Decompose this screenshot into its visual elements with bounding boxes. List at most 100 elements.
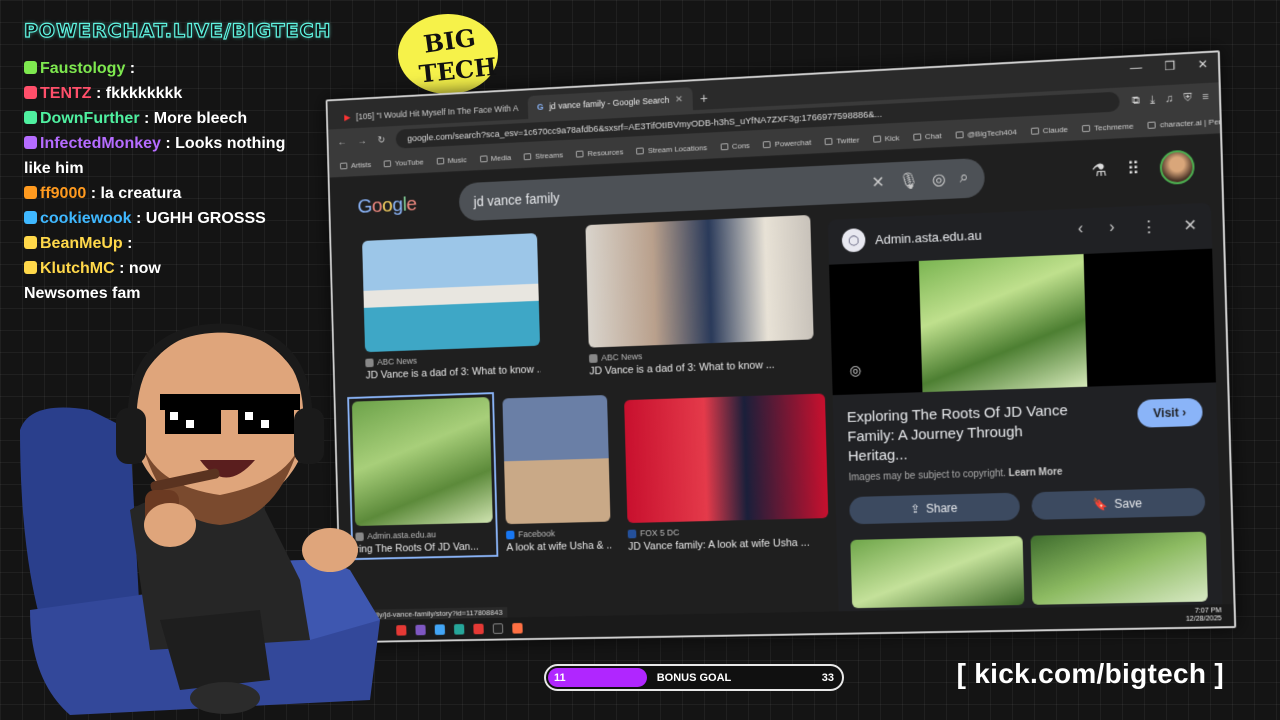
account-avatar[interactable] [1159, 149, 1195, 186]
more-icon[interactable]: ⋮ [1141, 217, 1158, 238]
preview-image[interactable]: ◎ [829, 248, 1216, 396]
next-icon[interactable]: › [1109, 219, 1115, 239]
bookmark-item[interactable]: Artists [339, 160, 371, 170]
x-icon[interactable] [492, 622, 504, 634]
learn-more-link[interactable]: Learn More [1009, 467, 1063, 479]
bookmark-item[interactable]: @BigTech404 [955, 128, 1017, 140]
menu-icon[interactable]: ≡ [1202, 90, 1209, 103]
bookmark-item[interactable]: Techmeme [1081, 121, 1134, 134]
bookmark-label: YouTube [394, 157, 424, 168]
mic-icon[interactable]: 🎙 [898, 171, 918, 192]
result-title[interactable]: JD Vance family: A look at wife Usha ... [628, 537, 829, 553]
result-card[interactable]: Facebook A look at wife Usha & ... [502, 394, 611, 554]
visit-button[interactable]: Visit › [1136, 397, 1203, 428]
share-icon: ⇪ [910, 502, 921, 517]
chat-username[interactable]: Faustology [40, 60, 125, 77]
minimize-icon[interactable]: — [1130, 61, 1143, 76]
chat-message: BeanMeUp : [24, 231, 314, 256]
bonus-goal-bar: 11 BONUS GOAL 33 [544, 664, 844, 691]
download-icon[interactable]: ⤓ [1150, 93, 1155, 106]
bookmark-item[interactable]: Media [479, 153, 512, 163]
bookmark-item[interactable]: Kick [872, 134, 900, 144]
music-icon[interactable]: ♫ [1165, 92, 1174, 105]
apps-grid-icon[interactable]: ⠿ [1127, 159, 1140, 179]
chat-separator: : [86, 185, 101, 202]
folder-icon[interactable] [434, 623, 446, 635]
close-window-icon[interactable]: ✕ [1197, 57, 1208, 72]
search-box[interactable]: jd vance family ✕ 🎙 ◎ ⌕ [458, 157, 985, 222]
new-tab-button[interactable]: + [692, 86, 716, 110]
related-thumbnail[interactable] [1029, 531, 1208, 605]
abc-news-icon [588, 353, 598, 363]
chat-username[interactable]: InfectedMonkey [40, 135, 161, 152]
chat-username[interactable]: BeanMeUp [40, 235, 123, 252]
bookmark-label: Media [490, 153, 512, 163]
bookmark-label: Claude [1042, 124, 1069, 136]
prev-icon[interactable]: ‹ [1078, 220, 1084, 240]
clock-date: 12/28/2025 [1185, 615, 1222, 623]
result-thumbnail[interactable] [585, 214, 814, 348]
discord-icon[interactable] [415, 624, 426, 635]
google-logo[interactable]: Google [357, 193, 417, 218]
chat-username[interactable]: DownFurther [40, 110, 140, 127]
puzzle-icon[interactable]: ⧉ [1132, 94, 1140, 107]
bookmark-item[interactable]: Resources [576, 148, 623, 159]
close-panel-icon[interactable]: ✕ [1183, 215, 1197, 236]
save-button[interactable]: 🔖 Save [1030, 487, 1206, 520]
close-tab-icon[interactable]: ✕ [675, 94, 683, 105]
bookmark-item[interactable]: YouTube [383, 157, 424, 169]
tab-label: jd vance family - Google Search [549, 95, 670, 112]
bookmark-item[interactable]: Stream Locations [636, 143, 707, 155]
result-thumbnail[interactable] [624, 393, 829, 524]
result-card[interactable]: ABC News JD Vance is a dad of 3: What to… [585, 214, 814, 377]
bookmark-item[interactable]: Cons [720, 141, 750, 151]
reload-icon[interactable]: ↻ [377, 135, 385, 146]
chat-username[interactable]: TENTZ [40, 85, 92, 102]
bookmark-item[interactable]: Powerchat [763, 138, 811, 149]
folder-icon [479, 155, 488, 163]
result-card[interactable]: FOX 5 DC JD Vance family: A look at wife… [624, 393, 829, 553]
bookmark-item[interactable]: Streams [523, 151, 563, 162]
chat-username[interactable]: KlutchMC [40, 260, 115, 277]
chat-username[interactable]: cookiewook [40, 210, 132, 227]
forward-icon[interactable]: → [357, 136, 366, 147]
result-title[interactable]: A look at wife Usha & ... [506, 540, 611, 554]
lens-icon[interactable]: ◎ [849, 362, 861, 379]
image-preview-panel: ◯ Admin.asta.edu.au ‹ › ⋮ ✕ ◎ Exploring … [827, 202, 1223, 634]
result-thumbnail[interactable] [502, 394, 611, 525]
back-icon[interactable]: ← [337, 137, 346, 148]
share-button[interactable]: ⇪ Share [849, 492, 1020, 525]
user-badge-icon [24, 261, 37, 274]
image-results: ABC News JD Vance is a dad of 3: What to… [344, 214, 830, 637]
folder-icon [872, 135, 881, 143]
bookmark-item[interactable]: Music [436, 155, 467, 165]
bookmark-item[interactable]: Chat [913, 131, 942, 141]
chat-username[interactable]: ff9000 [40, 185, 86, 202]
bookmark-item[interactable]: Claude [1030, 124, 1069, 136]
lens-icon[interactable]: ◎ [932, 169, 946, 189]
labs-flask-icon[interactable]: ⚗ [1091, 161, 1107, 182]
obs-icon[interactable] [473, 623, 484, 634]
clear-icon[interactable]: ✕ [871, 172, 885, 192]
related-thumbnail[interactable] [850, 535, 1024, 609]
search-icon[interactable]: ⌕ [959, 169, 968, 187]
streamer-avatar [20, 323, 380, 715]
chrome-icon[interactable] [396, 624, 407, 636]
chat-separator: : [139, 110, 154, 127]
panel-site[interactable]: Admin.asta.edu.au [875, 227, 982, 246]
related-images [836, 515, 1222, 609]
shield-icon[interactable]: ⛨ [1183, 91, 1192, 104]
brave-icon[interactable] [512, 622, 523, 634]
bookmark-item[interactable]: Twitter [824, 136, 859, 147]
stream-title: POWERCHAT.LIVE/BIGTECH [23, 19, 332, 42]
panel-title[interactable]: Exploring The Roots Of JD Vance Family: … [833, 386, 1102, 467]
telegram-icon[interactable] [453, 623, 465, 635]
folder-icon [576, 150, 584, 158]
restore-icon[interactable]: ❐ [1164, 59, 1175, 74]
user-badge-icon [24, 86, 37, 99]
bookmark-item[interactable]: character.ai | Personalize... [1147, 115, 1220, 130]
chat-text: More bleech [153, 110, 248, 127]
bookmark-label: Techmeme [1093, 121, 1134, 133]
chat-text: fkkkkkkkk [105, 85, 183, 102]
user-badge-icon [24, 61, 37, 74]
